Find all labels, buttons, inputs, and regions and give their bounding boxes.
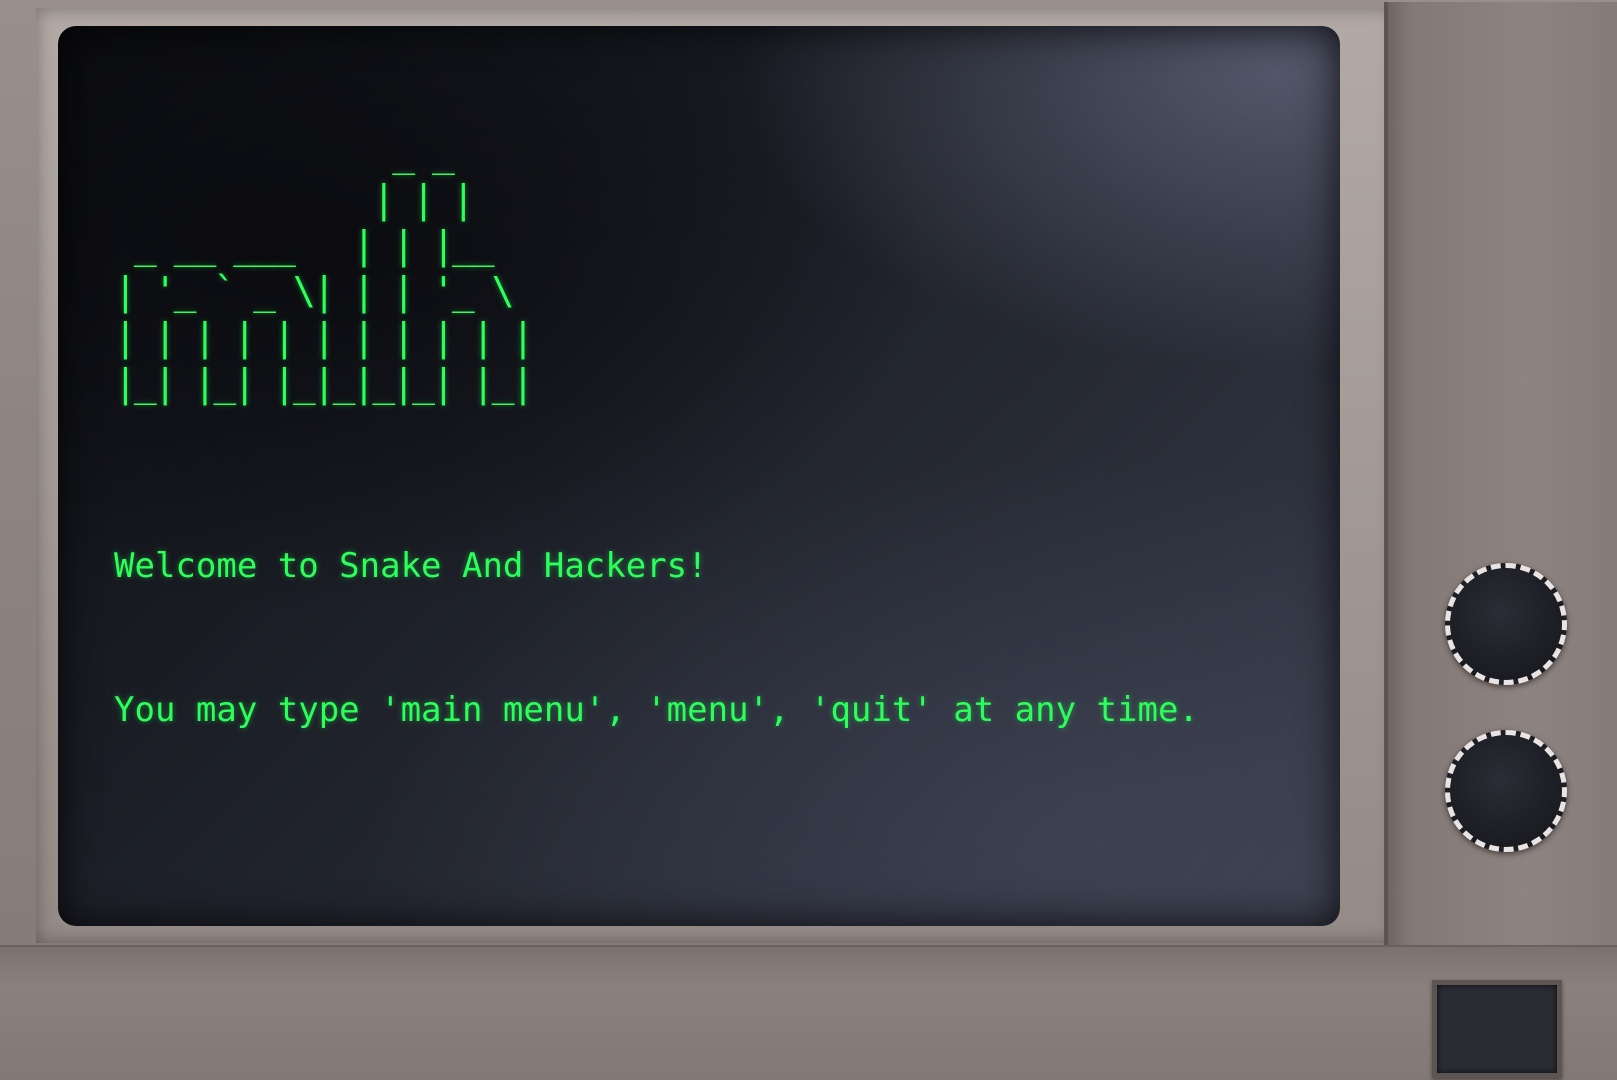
welcome-line: Welcome to Snake And Hackers! bbox=[114, 546, 708, 586]
power-button[interactable] bbox=[1432, 980, 1562, 1078]
welcome-message: Welcome to Snake And Hackers! You may ty… bbox=[114, 446, 1244, 830]
instructions-line: You may type 'main menu', 'menu', 'quit'… bbox=[114, 690, 1199, 730]
crt-monitor: _ _ | | | _ __ ___ | | |__ | '_ ` _ \| |… bbox=[0, 0, 1617, 1080]
bottom-dial-knob[interactable] bbox=[1445, 730, 1567, 852]
crt-screen[interactable]: _ _ | | | _ __ ___ | | |__ | '_ ` _ \| |… bbox=[58, 26, 1340, 926]
terminal-output: _ _ | | | _ __ ___ | | |__ | '_ ` _ \| |… bbox=[114, 130, 1244, 830]
monitor-base bbox=[0, 945, 1617, 1080]
top-dial-knob[interactable] bbox=[1445, 563, 1567, 685]
ascii-logo: _ _ | | | _ __ ___ | | |__ | '_ ` _ \| |… bbox=[114, 131, 534, 405]
